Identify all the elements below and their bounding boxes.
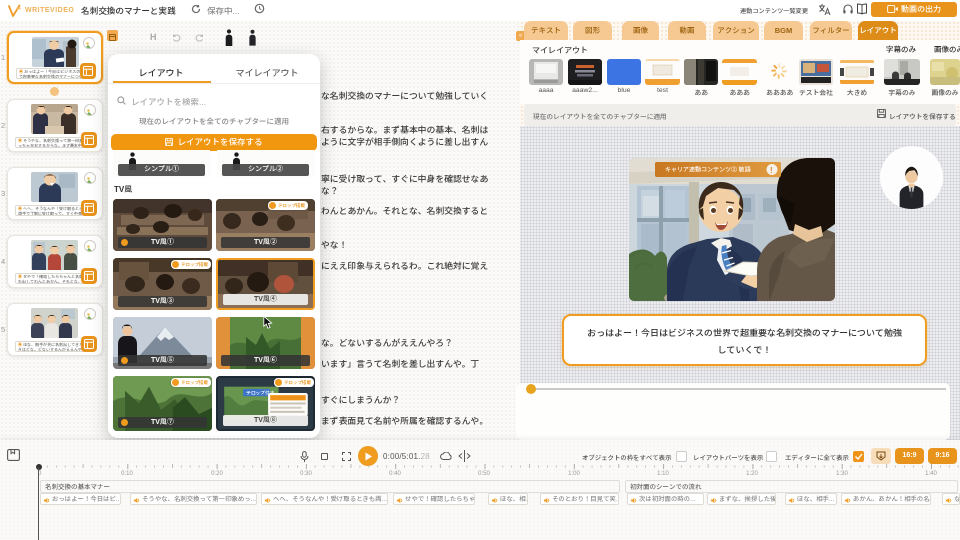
svg-text:!: !	[770, 166, 773, 175]
svg-text:キャリア連動コンテンツ② 敬語: キャリア連動コンテンツ② 敬語	[665, 166, 751, 174]
